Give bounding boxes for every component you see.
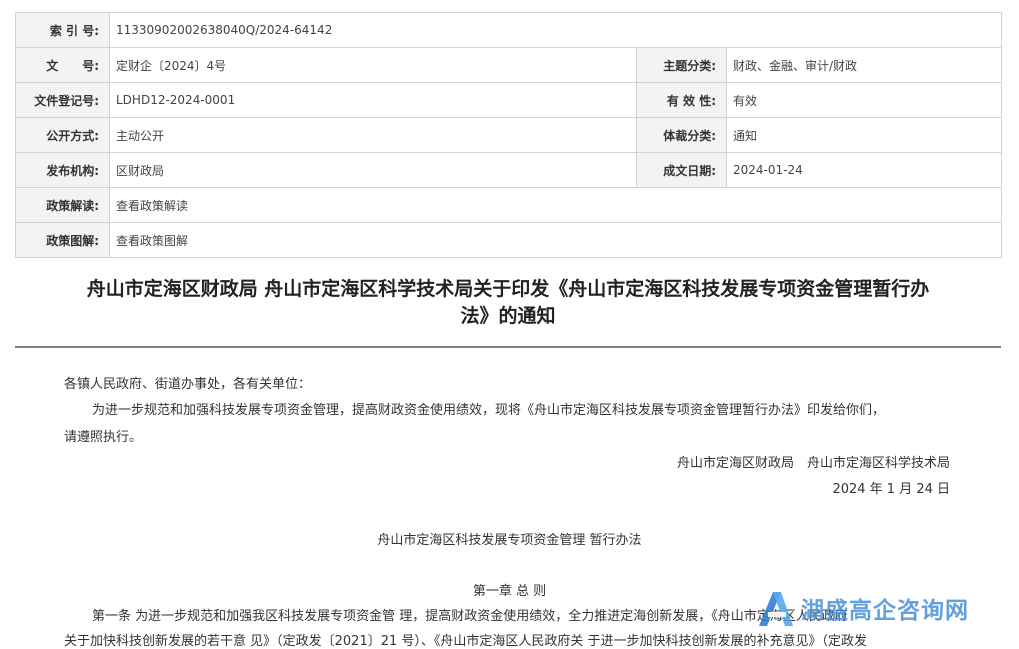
reg-no-value: LDHD12-2024-0001: [109, 82, 637, 118]
validity-label: 有 效 性:: [636, 82, 727, 118]
article-1-line-1: 第一条 为进一步规范和加强我区科技发展专项资金管 理，提高财政资金使用绩效，全力…: [92, 605, 848, 624]
title-divider: [15, 346, 1001, 348]
date-value: 2024-01-24: [725, 152, 1003, 188]
document-title-line1: 舟山市定海区财政局 舟山市定海区科学技术局关于印发《舟山市定海区科技发展专项资金…: [86, 278, 930, 300]
meta-row-diagram: 政策图解: 查看政策图解: [15, 222, 1003, 258]
interpretation-link[interactable]: 查看政策解读: [108, 187, 1003, 223]
disclosure-label: 公开方式:: [15, 117, 110, 153]
article-1-line-2: 关于加快科技创新发展的若干意 见》（定政发〔2021〕21 号）、《舟山市定海区…: [64, 634, 868, 649]
paragraph-1-line-2: 请遵照执行。: [64, 430, 143, 445]
meta-row-regno: 文件登记号: LDHD12-2024-0001 有 效 性: 有效: [15, 82, 1003, 118]
diagram-link[interactable]: 查看政策图解: [108, 222, 1003, 258]
reg-no-label: 文件登记号:: [15, 82, 110, 118]
date-label: 成文日期:: [636, 152, 727, 188]
signature-issuers: 舟山市定海区财政局 舟山市定海区科学技术局: [676, 456, 950, 471]
genre-value: 通知: [725, 117, 1003, 153]
meta-row-issuer: 发布机构: 区财政局 成文日期: 2024-01-24: [15, 152, 1003, 188]
measures-subtitle: 舟山市定海区科技发展专项资金管理 暂行办法: [377, 533, 642, 548]
watermark: 湖盛高企咨询网: [755, 580, 985, 636]
article-1-line-1-text: 第一条 为进一步规范和加强我区科技发展专项资金管 理，提高财政资金使用绩效，全力…: [92, 609, 712, 624]
topic-label: 主题分类:: [636, 47, 727, 83]
meta-row-interpretation: 政策解读: 查看政策解读: [15, 187, 1003, 223]
paragraph-1-line-1: 为进一步规范和加强科技发展专项资金管理，提高财政资金使用绩效，现将《舟山市定海区…: [92, 403, 886, 418]
meta-row-docno: 文 号: 定财企〔2024〕4号 主题分类: 财政、金融、审计/财政: [15, 47, 1003, 83]
issuer-label: 发布机构:: [15, 152, 110, 188]
letter-a-logo-icon: [759, 592, 793, 626]
document-title-line2: 法》的通知: [460, 305, 556, 327]
document-metadata-table: 索 引 号: 11330902002638040Q/2024-64142 文 号…: [15, 12, 1003, 258]
document-title: 舟山市定海区财政局 舟山市定海区科学技术局关于印发《舟山市定海区科技发展专项资金…: [15, 276, 1001, 330]
genre-label: 体裁分类:: [636, 117, 727, 153]
index-no-value: 11330902002638040Q/2024-64142: [108, 12, 1003, 48]
doc-no-label: 文 号:: [15, 47, 110, 83]
doc-no-value: 定财企〔2024〕4号: [109, 47, 637, 83]
meta-row-index: 索 引 号: 11330902002638040Q/2024-64142: [15, 12, 1003, 48]
meta-row-disclosure: 公开方式: 主动公开 体裁分类: 通知: [15, 117, 1003, 153]
watermark-text: 湖盛高企咨询网: [801, 597, 969, 624]
validity-value: 有效: [725, 82, 1003, 118]
disclosure-value: 主动公开: [109, 117, 637, 153]
interpretation-label: 政策解读:: [15, 187, 110, 223]
salutation: 各镇人民政府、街道办事处，各有关单位：: [64, 377, 312, 392]
issuer-value: 区财政局: [109, 152, 637, 188]
index-no-label: 索 引 号:: [15, 12, 110, 48]
topic-value: 财政、金融、审计/财政: [725, 47, 1003, 83]
diagram-label: 政策图解:: [15, 222, 110, 258]
signature-date: 2024 年 1 月 24 日: [832, 482, 950, 497]
